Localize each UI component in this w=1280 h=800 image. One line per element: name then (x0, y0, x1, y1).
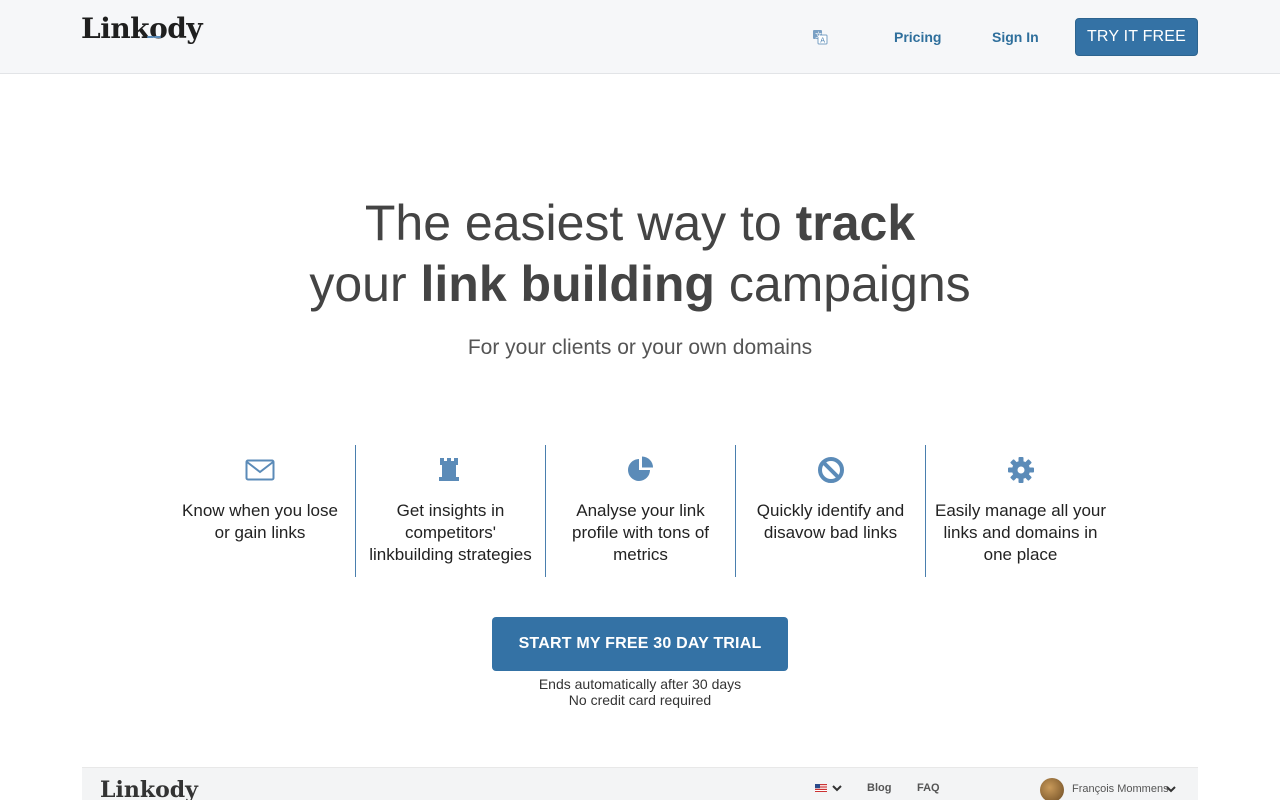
app-preview: Linkody Blog FAQ François Mommens (82, 767, 1198, 800)
features-row: Know when you lose or gain links Get ins… (165, 445, 1115, 577)
feature-text: Quickly identify and disavow bad links (756, 501, 905, 542)
nav-sign-in-link[interactable]: Sign In (992, 29, 1039, 45)
preview-blog-link: Blog (867, 782, 892, 794)
envelope-icon (245, 459, 275, 481)
svg-text:A: A (820, 37, 825, 45)
feature-text: Easily manage all your links and domains… (934, 501, 1107, 564)
feature-text: Know when you lose or gain links (182, 501, 338, 542)
logo-text: Linkody (81, 12, 203, 45)
feature-item: Analyse your link profile with tons of m… (545, 445, 735, 577)
preview-user-name: François Mommens (1072, 783, 1169, 795)
hero-title-part: campaigns (714, 256, 971, 312)
hero-title-part: your (309, 256, 421, 312)
hero-title-emphasis: link building (420, 256, 715, 312)
hero-subtitle: For your clients or your own domains (467, 336, 813, 359)
us-flag-icon (815, 784, 827, 792)
logo-link-mark-icon (147, 36, 161, 38)
feature-item: Get insights in competitors' linkbuildin… (355, 445, 545, 577)
hero-title-part: The easiest way to (364, 195, 796, 251)
feature-item: Easily manage all your links and domains… (925, 445, 1115, 577)
chess-rook-icon (438, 458, 459, 481)
feature-text: Analyse your link profile with tons of m… (571, 501, 709, 564)
preview-faq-link: FAQ (917, 782, 940, 794)
top-navbar: Linkody 文 A Pricing Sign In TRY IT FREE (0, 0, 1280, 74)
pie-chart-icon (627, 456, 653, 481)
hero-title-emphasis: track (795, 195, 916, 251)
chevron-down-icon (832, 785, 842, 792)
feature-item: Quickly identify and disavow bad links (735, 445, 925, 577)
try-it-free-button[interactable]: TRY IT FREE (1075, 18, 1198, 56)
feature-item: Know when you lose or gain links (165, 445, 355, 577)
logo[interactable]: Linkody (81, 12, 203, 45)
hero-title: The easiest way to track your link build… (0, 193, 1280, 315)
preview-logo: Linkody (100, 777, 198, 800)
translate-icon[interactable]: 文 A (812, 29, 828, 45)
nav-pricing-link[interactable]: Pricing (894, 29, 941, 45)
avatar (1040, 778, 1064, 800)
feature-text: Get insights in competitors' linkbuildin… (369, 501, 532, 564)
trial-note: No credit card required (568, 692, 712, 708)
trial-note: Ends automatically after 30 days (538, 676, 742, 692)
start-free-trial-button[interactable]: START MY FREE 30 DAY TRIAL (492, 617, 788, 671)
gear-icon (1007, 457, 1034, 483)
chevron-down-icon (1166, 786, 1176, 793)
ban-icon (817, 457, 844, 483)
